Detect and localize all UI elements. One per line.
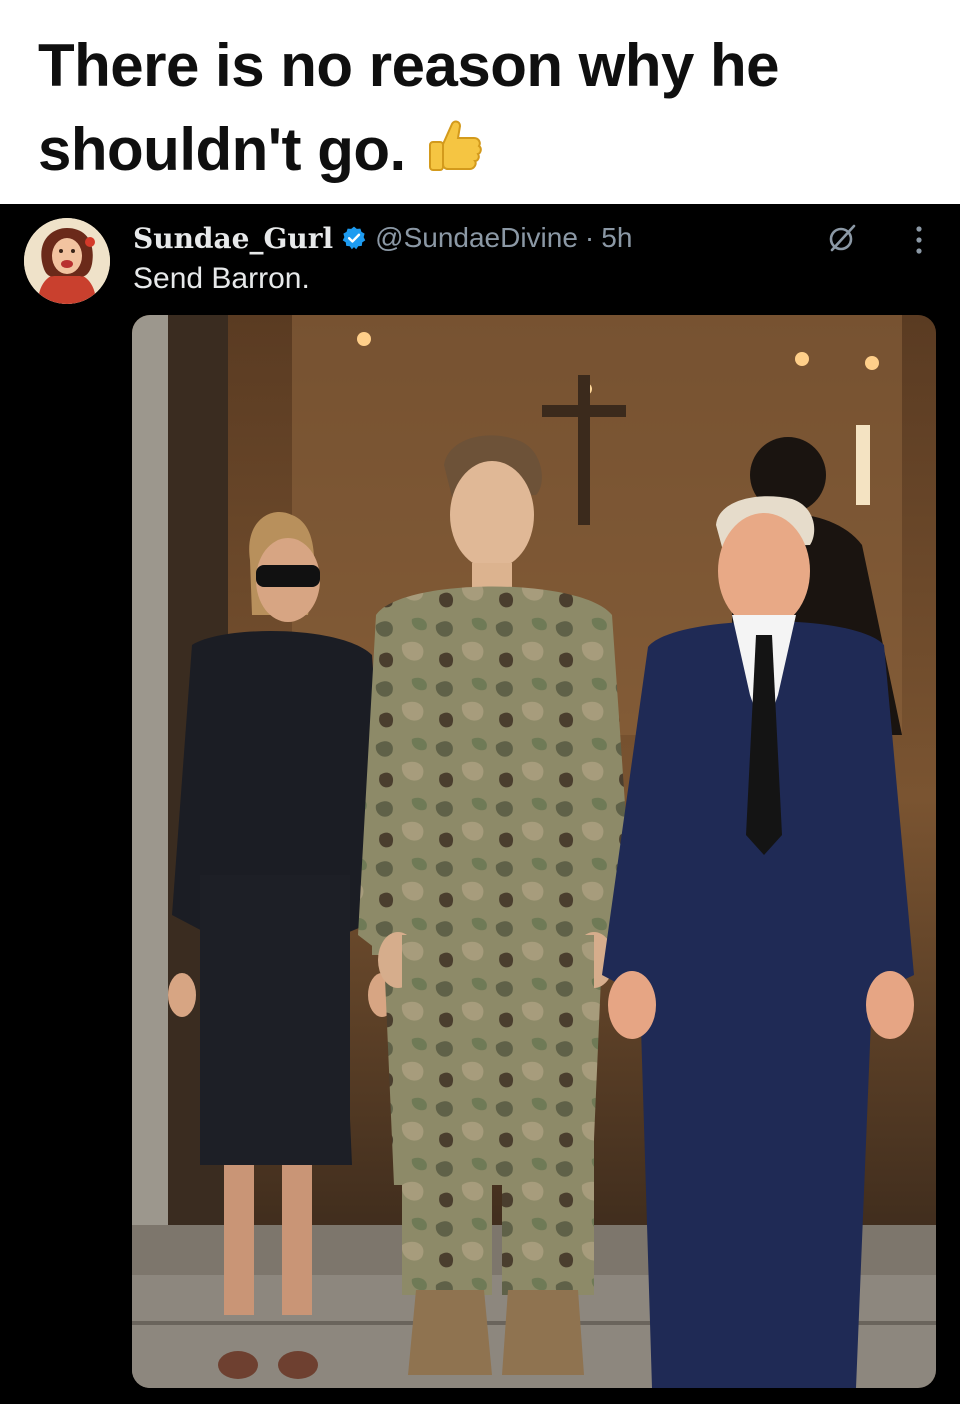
grok-icon[interactable]: [826, 222, 858, 259]
caption-text-block: There is no reason why he shouldn't go.: [38, 24, 918, 200]
caption-text: There is no reason why he shouldn't go.: [38, 32, 780, 183]
user-handle[interactable]: @SundaeDivine: [375, 222, 578, 254]
more-options-icon[interactable]: [912, 224, 926, 261]
avatar[interactable]: [24, 218, 110, 304]
verified-badge-icon[interactable]: [341, 225, 367, 251]
tweet-header: Sundae_Gurl @SundaeDivine · 5h: [133, 218, 632, 258]
separator-dot: ·: [584, 222, 595, 253]
tweet-text: Send Barron.: [133, 262, 310, 295]
thumbs-up-icon: [422, 114, 486, 200]
display-name[interactable]: Sundae_Gurl: [133, 222, 333, 255]
tweet[interactable]: Sundae_Gurl @SundaeDivine · 5h Send Barr…: [0, 204, 960, 1404]
meme-caption: There is no reason why he shouldn't go.: [0, 0, 960, 204]
tweet-timestamp[interactable]: 5h: [601, 222, 632, 254]
tweet-media-photo[interactable]: [132, 315, 936, 1388]
